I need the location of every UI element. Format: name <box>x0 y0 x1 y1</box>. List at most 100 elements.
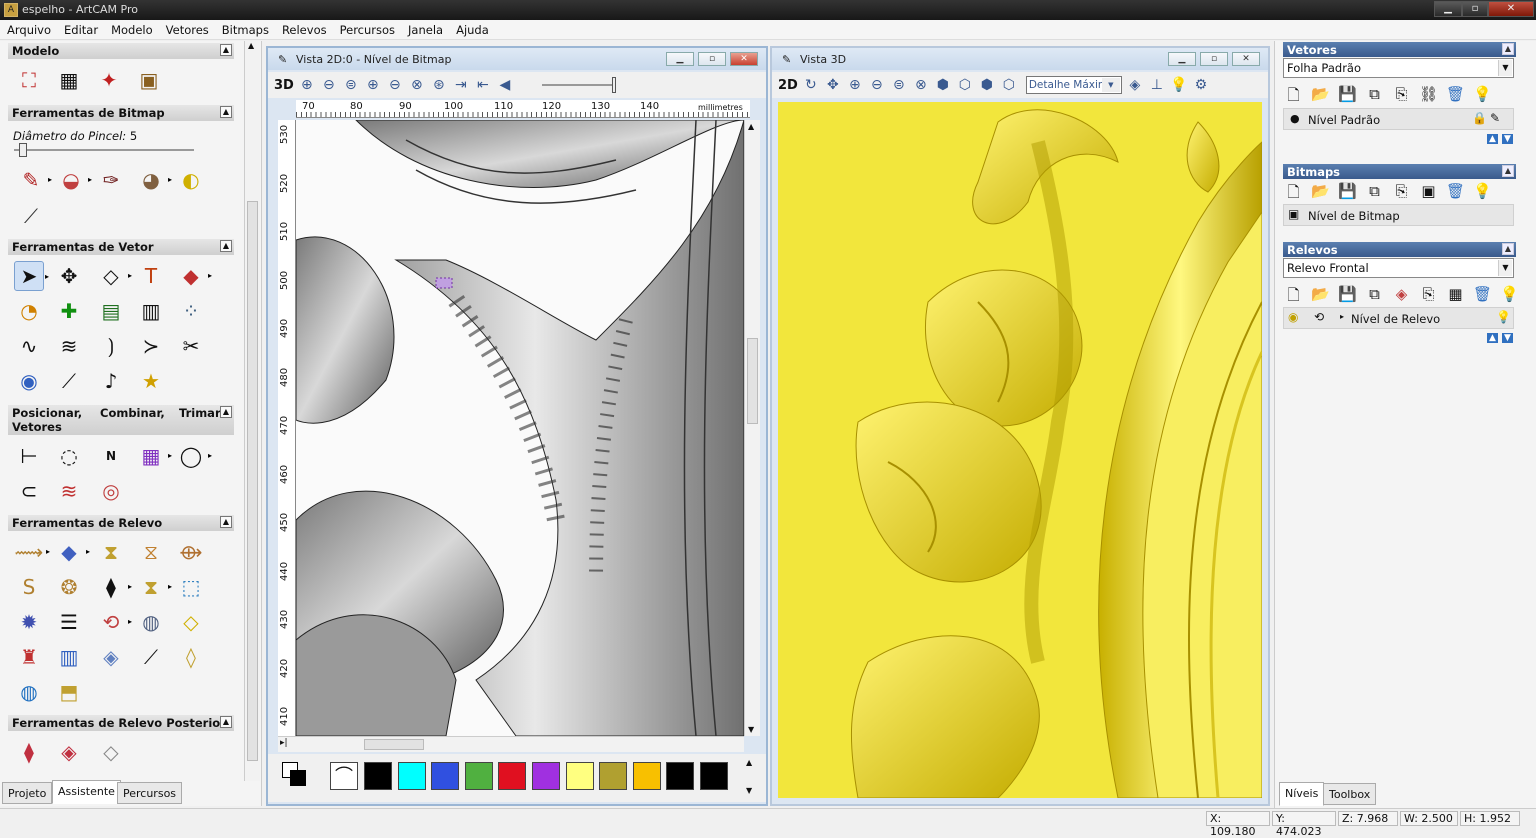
relief-select[interactable]: Relevo Frontal ▼ <box>1283 258 1514 278</box>
cylinder-icon[interactable]: ◉ <box>14 366 44 396</box>
move-down-icon[interactable]: ▼ <box>1502 333 1513 343</box>
angle-icon[interactable]: ≻ <box>136 331 166 361</box>
back-relief-merge-icon[interactable]: ◇ <box>96 737 126 767</box>
text-icon[interactable]: T <box>136 261 166 291</box>
color-swatch[interactable] <box>397 762 426 790</box>
wand-icon[interactable]: ⟋ <box>54 366 84 396</box>
collapse-icon[interactable]: ▲ <box>1502 43 1514 55</box>
vector-sheet-select[interactable]: Folha Padrão ▼ <box>1283 58 1514 78</box>
zoom-in-icon[interactable]: ⊕ <box>846 77 864 93</box>
layer-nivel-de-bitmap[interactable]: ▣ Nível de Bitmap <box>1283 204 1514 226</box>
zoom-all-icon[interactable]: ⊛ <box>430 77 448 93</box>
color-swatch[interactable] <box>464 762 493 790</box>
node-points-icon[interactable]: ⁘ <box>176 296 206 326</box>
color-swatch[interactable] <box>364 762 392 790</box>
bitmaps-header[interactable]: Bitmaps ▲ <box>1283 164 1516 179</box>
view-2d-vertical-scrollbar[interactable]: ▲ ▼ <box>744 120 760 736</box>
color-swatch[interactable] <box>565 762 594 790</box>
measure-icon[interactable]: ◔ <box>14 296 44 326</box>
color-swatch[interactable] <box>498 762 527 790</box>
color-swatch[interactable] <box>532 762 560 790</box>
position-header[interactable]: Posicionar, Combinar, Trimar Vetores ▲ <box>8 405 234 435</box>
delete-icon[interactable]: 🗑 <box>1445 85 1466 110</box>
back-relief-header[interactable]: Ferramentas de Relevo Posterior ▲ <box>8 715 234 731</box>
link-icon[interactable]: ⛓ <box>1418 85 1439 110</box>
settings-icon[interactable]: ⚙ <box>1192 77 1210 93</box>
node-edit-icon[interactable]: ◇ ▸ <box>96 261 132 291</box>
bitmap-canvas[interactable] <box>296 120 744 736</box>
zoom-previous-icon[interactable]: ⊕ <box>364 77 382 93</box>
scroll-up-icon[interactable]: ▲ <box>748 122 754 131</box>
palette-icon[interactable]: ◕ ▸ <box>136 165 172 195</box>
layers-icon[interactable]: ☰ <box>54 607 84 637</box>
collapse-icon[interactable]: ▲ <box>220 240 232 252</box>
back-relief-shape-icon[interactable]: ⧫ <box>14 737 44 767</box>
bend-icon[interactable]: ⟲ ▸ <box>96 607 132 637</box>
shape-icon[interactable]: ◆ ▸ <box>176 261 212 291</box>
vector-tools-header[interactable]: Ferramentas de Vetor ▲ <box>8 239 234 255</box>
collapse-icon[interactable]: ▲ <box>220 106 232 118</box>
opacity-slider[interactable] <box>541 77 616 93</box>
relief-eye-icon[interactable]: ◉ <box>1288 310 1298 324</box>
import-image-icon[interactable]: ▣ <box>134 65 164 95</box>
brush-slider-track[interactable] <box>14 149 194 151</box>
sweep-icon[interactable]: S <box>14 572 44 602</box>
new-layer-icon[interactable]: 🗋 <box>1283 85 1304 110</box>
layer-nivel-de-relevo[interactable]: ◉ ⟲ ▸ Nível de Relevo 💡 <box>1283 307 1514 329</box>
collapse-icon[interactable]: ▲ <box>1502 243 1514 255</box>
tab-projeto[interactable]: Projeto <box>2 782 53 804</box>
calculator-icon[interactable]: ▦ <box>54 65 84 95</box>
brush-slider-thumb[interactable] <box>19 143 27 157</box>
spin-icon[interactable]: ⧖ <box>136 537 166 567</box>
minimize-button[interactable]: ▁ <box>1434 1 1462 17</box>
expand-icon[interactable]: ▸ <box>1340 312 1344 321</box>
add-vector-icon[interactable]: ✚ <box>54 296 84 326</box>
menu-bitmaps[interactable]: Bitmaps <box>215 20 275 37</box>
zoom-box-icon[interactable]: ⊜ <box>890 77 908 93</box>
tab-toolbox[interactable]: Toolbox <box>1323 783 1377 805</box>
pillar-icon[interactable]: ▥ <box>54 642 84 672</box>
tab-niveis[interactable]: Níveis <box>1279 782 1325 806</box>
select-arrow-icon[interactable]: ➤ ▸ <box>14 261 49 291</box>
collapse-icon[interactable]: ▲ <box>1502 165 1514 177</box>
toggle-3d-button[interactable]: 3D <box>274 78 294 93</box>
iso-view-icon[interactable]: ⬢ <box>934 77 952 93</box>
edit-icon[interactable]: ✎ <box>1490 111 1500 125</box>
tilt-icon[interactable]: ◊ <box>176 642 206 672</box>
model-size-icon[interactable]: ⛶ <box>14 65 44 95</box>
zoom-out-icon[interactable]: ⊖ <box>868 77 886 93</box>
dome-icon[interactable]: ◍ <box>136 607 166 637</box>
color-swatch[interactable] <box>632 762 661 790</box>
smooth-relief-icon[interactable]: ⧗ ▸ <box>136 572 172 602</box>
scroll-thumb[interactable] <box>747 338 758 424</box>
back-arrow-icon[interactable]: ◀ <box>496 77 514 93</box>
save-icon[interactable]: 💾 <box>1337 85 1358 110</box>
fit-curve-icon[interactable]: ≋ <box>54 331 84 361</box>
menu-editar[interactable]: Editar <box>57 20 104 37</box>
move-up-icon[interactable]: ▲ <box>1487 333 1498 343</box>
preview-icon[interactable]: ⬒ <box>54 677 84 707</box>
vectors-header[interactable]: Vetores ▲ <box>1283 42 1516 57</box>
view-2d-maximize-button[interactable]: ▫ <box>698 52 726 66</box>
zoom-out-icon[interactable]: ⊖ <box>320 77 338 93</box>
bitmap-to-vector-icon[interactable]: ◐ <box>176 165 206 195</box>
scale-relief-icon[interactable]: ⟋ <box>136 642 166 672</box>
reliefs-header[interactable]: Relevos ▲ <box>1283 242 1516 257</box>
color-swatch[interactable] <box>431 762 460 790</box>
layer-nivel-padrao[interactable]: ● Nível Padrão 🔒 ✎ <box>1283 108 1514 130</box>
weave-icon[interactable]: ♜ <box>14 642 44 672</box>
zoom-model-icon[interactable]: ⊖ <box>386 77 404 93</box>
top-view-icon[interactable]: ⬡ <box>956 77 974 93</box>
layer-forward-icon[interactable]: ⇥ <box>452 77 470 93</box>
left-panel-scrollbar[interactable]: ▲ <box>244 41 260 781</box>
bitmap-tools-header[interactable]: Ferramentas de Bitmap ▲ <box>8 105 234 121</box>
relief-offset-icon[interactable]: ◈ <box>96 642 126 672</box>
view-3d-minimize-button[interactable]: ▁ <box>1168 52 1196 66</box>
maximize-button[interactable]: ▫ <box>1462 1 1488 17</box>
light-icon[interactable]: 💡 <box>1472 85 1493 110</box>
merge-icon[interactable]: ◯ ▸ <box>176 441 212 471</box>
menu-ajuda[interactable]: Ajuda <box>449 20 495 37</box>
view-2d-close-button[interactable]: ✕ <box>730 52 758 66</box>
cut-icon[interactable]: ✂ <box>176 331 206 361</box>
spiral-icon[interactable]: ◎ <box>96 476 126 506</box>
